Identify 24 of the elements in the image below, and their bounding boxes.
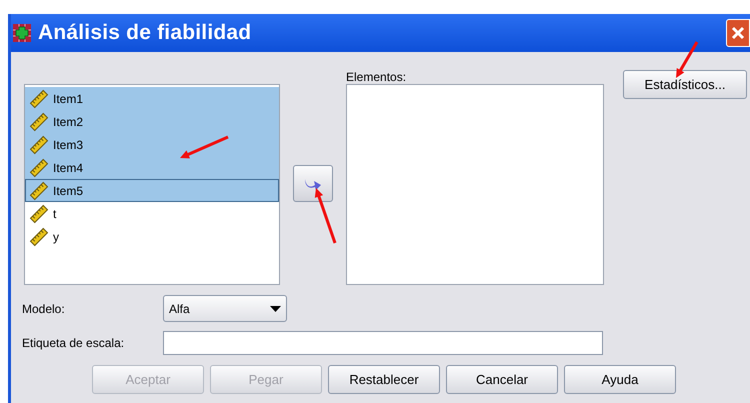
dropdown-caret-icon (270, 306, 281, 312)
model-label: Modelo: (22, 300, 66, 318)
close-icon (731, 26, 745, 40)
variable-item[interactable]: Item1 (25, 87, 279, 110)
app-icon (12, 23, 32, 43)
dialog-button[interactable]: Cancelar (446, 365, 558, 394)
annotation-arrow (676, 41, 698, 78)
variable-item[interactable]: Item5 (25, 179, 279, 202)
window-title: Análisis de fiabilidad (38, 20, 252, 46)
scale-label: Etiqueta de escala: (22, 335, 126, 352)
dialog-button[interactable]: Restablecer (328, 365, 440, 394)
variable-item[interactable]: Item3 (25, 133, 279, 156)
ruler-icon (29, 180, 49, 200)
annotation-arrow (180, 136, 229, 158)
scale-label-field[interactable] (163, 331, 603, 355)
elements-label: Elementos: (346, 70, 408, 84)
variable-item[interactable]: Item2 (25, 110, 279, 133)
close-button[interactable] (726, 19, 750, 47)
model-dropdown[interactable]: Alfa (163, 295, 287, 322)
move-right-button[interactable] (293, 165, 333, 202)
dialog-button[interactable]: Ayuda (564, 365, 676, 394)
variable-item[interactable]: Item4 (25, 156, 279, 179)
annotation-arrow (314, 188, 336, 244)
statistics-button[interactable]: Estadísticos... (623, 70, 747, 99)
